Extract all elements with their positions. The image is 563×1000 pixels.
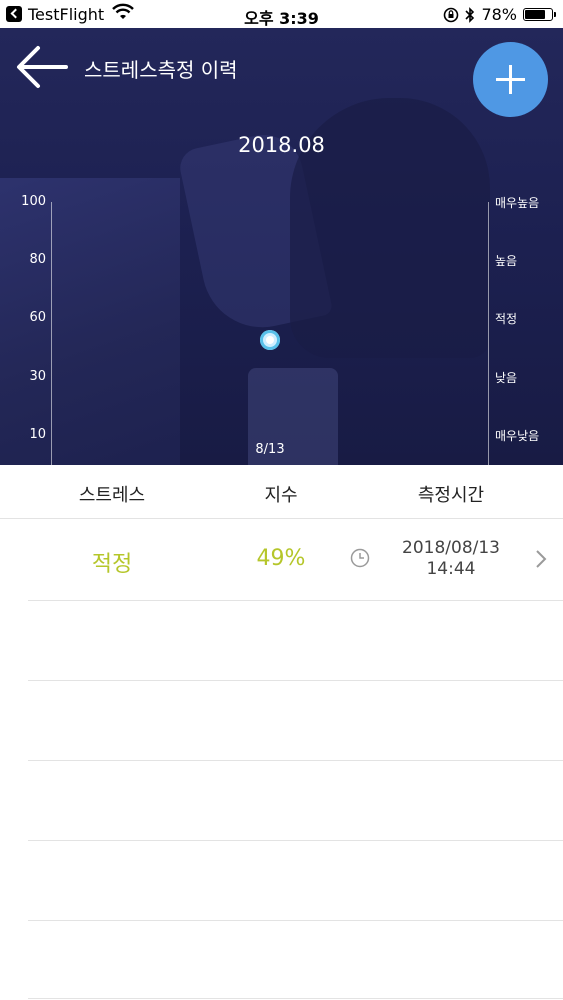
page-title: 스트레스측정 이력 [84,58,238,82]
add-measurement-button[interactable] [473,42,548,117]
level-label: 매우높음 [495,196,540,210]
status-right: 78% [443,5,556,24]
battery-icon [523,8,556,21]
bluetooth-icon [465,6,475,23]
stress-history-screen: TestFlight 오후 3:39 78% 스트레스측정 이력 2018.08… [0,0,563,1000]
measured-time: 14:44 [426,559,476,579]
chart-panel: 스트레스측정 이력 2018.08 100 80 60 30 10 매우높음 높… [0,28,563,465]
chart-right-axis [488,202,489,465]
level-label: 낮음 [495,371,518,385]
y-tick-label: 100 [21,194,46,209]
y-tick-label: 60 [29,310,46,325]
y-tick-label: 10 [29,427,46,442]
row-divider [28,998,563,999]
measured-datetime: 2018/08/13 14:44 [402,538,500,580]
chevron-right-icon[interactable] [532,548,550,570]
row-divider [28,840,563,841]
row-divider [28,760,563,761]
level-label: 매우낮음 [495,429,540,443]
column-header-time: 측정시간 [417,485,485,506]
status-bar: TestFlight 오후 3:39 78% [0,0,563,28]
table-row[interactable]: 적정 49% 2018/08/13 14:44 [0,518,563,600]
column-header-index: 지수 [264,485,298,506]
data-point[interactable] [260,329,280,350]
y-tick-label: 30 [29,369,46,384]
back-arrow-icon[interactable] [14,42,70,92]
stress-level: 적정 [91,552,133,577]
y-tick-label: 80 [29,252,46,267]
level-label: 적정 [495,312,518,326]
column-header-stress: 스트레스 [78,485,146,506]
clock-icon [350,548,370,568]
battery-percent: 78% [481,5,517,24]
chart-period-title: 2018.08 [238,133,325,157]
x-tick-label: 8/13 [255,442,285,457]
stress-index: 49% [256,546,306,571]
level-label: 높음 [495,254,518,268]
row-divider [28,920,563,921]
row-divider [28,600,563,601]
chart-left-axis [51,202,52,465]
row-divider [28,680,563,681]
table-header: 스트레스 지수 측정시간 [0,465,563,519]
rotation-lock-icon [444,7,459,22]
measured-date: 2018/08/13 [402,538,500,558]
